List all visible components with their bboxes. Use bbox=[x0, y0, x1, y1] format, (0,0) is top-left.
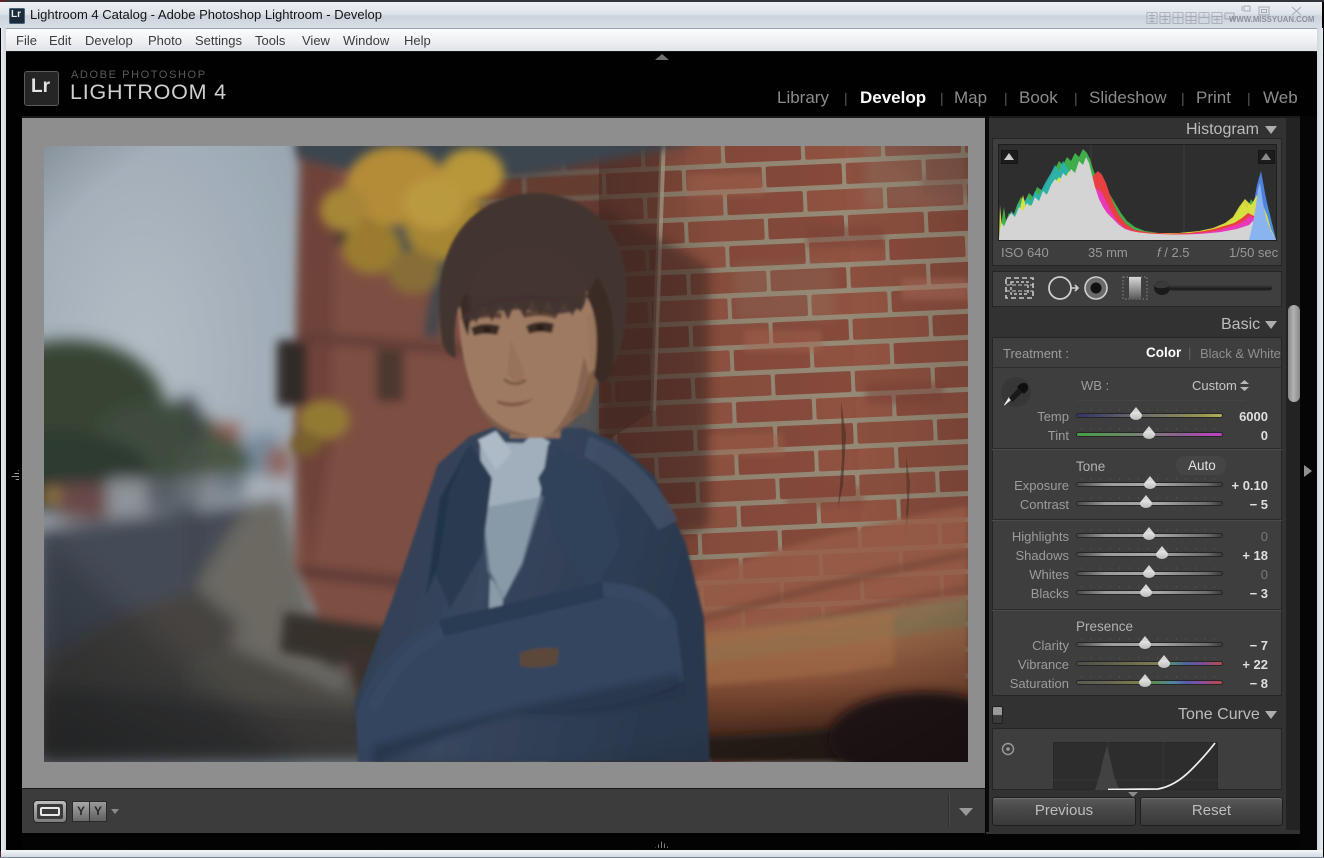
svg-text:WWW.MISSYUAN.COM: WWW.MISSYUAN.COM bbox=[1229, 15, 1314, 24]
